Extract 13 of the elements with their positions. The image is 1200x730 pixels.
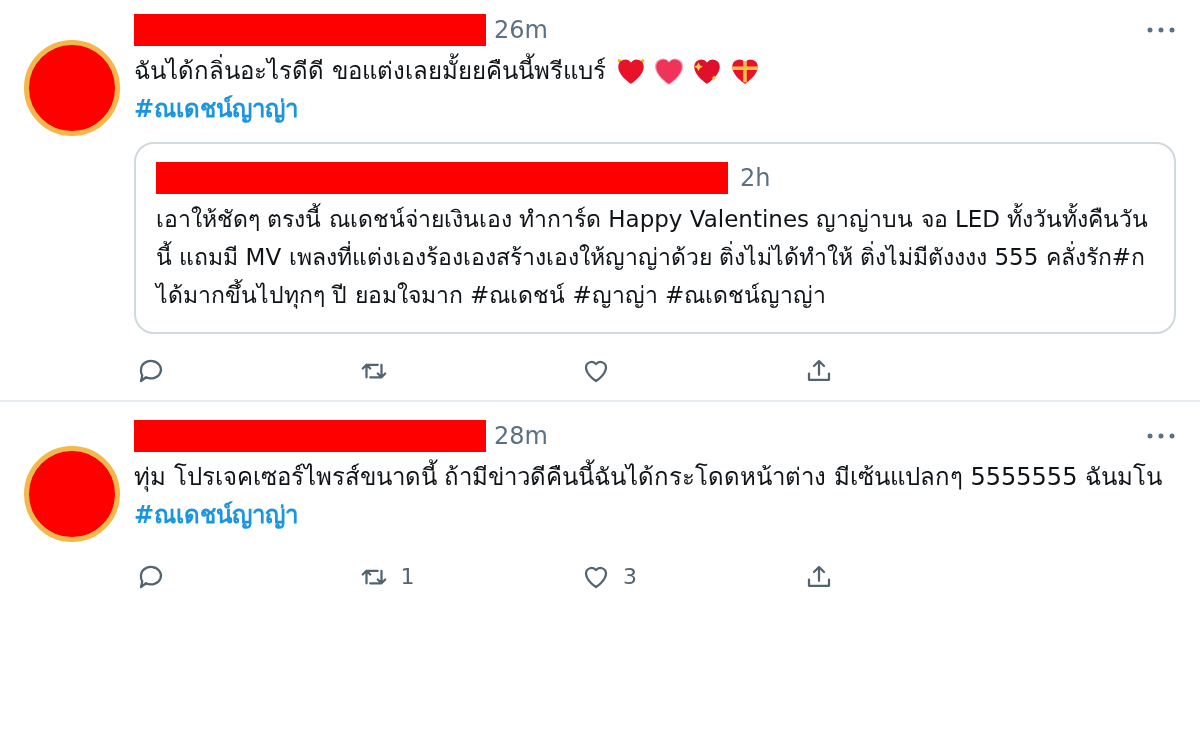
tweet-text: ฉันได้กลิ่นอะไรดีดี ขอแต่งเลยมั้ยยคืนนี้พรีแบร์ [134,52,606,90]
tweet-time: 28m [494,421,548,452]
action-count: 1 [400,563,415,591]
tweet-text: ทุ่ม โปรเจคเซอร์ไพรส์ขนาดนี้ ถ้ามีข่าวดีคืนนี้ฉันได้กระโดดหน้าต่าง มีเซ้นแปลกๆ 5555555 ฉันมโน [134,458,1163,496]
hashtag-link[interactable]: #ณเดชน์ญาญ่า [134,90,299,128]
hashtag-link[interactable]: #ณเดชน์ญาญ่า [134,496,299,534]
tweet-time: 26m [494,15,548,46]
action-count: 3 [623,563,637,591]
more-icon[interactable] [1146,26,1176,34]
more-icon[interactable] [1146,432,1176,440]
quoted-tweet-text: เอาให้ชัดๆ ตรงนี้ ณเดชน์จ่ายเงินเอง ทำการ์ด Happy Valentines ญาญ่าบน จอ LED ทั้งวันทั้งคืนวันนี้ แถมมี MV เพลงที่แต่งเองร้องเองสร้างเองให้ญาญ่าด้วย ติ่งไม่ได้ทำให้ ติ่งไม่มีตังงงง 555 คลั่งรัก#กได้มากขึ้นไปทุกๆ ปี ยอมใจมาก #ณเดชน์ #ญาญ่า #ณเดชน์ญาญ่า [156,200,1158,314]
tweet-time: 2h [740,163,771,194]
quote-card[interactable] [134,142,1176,334]
